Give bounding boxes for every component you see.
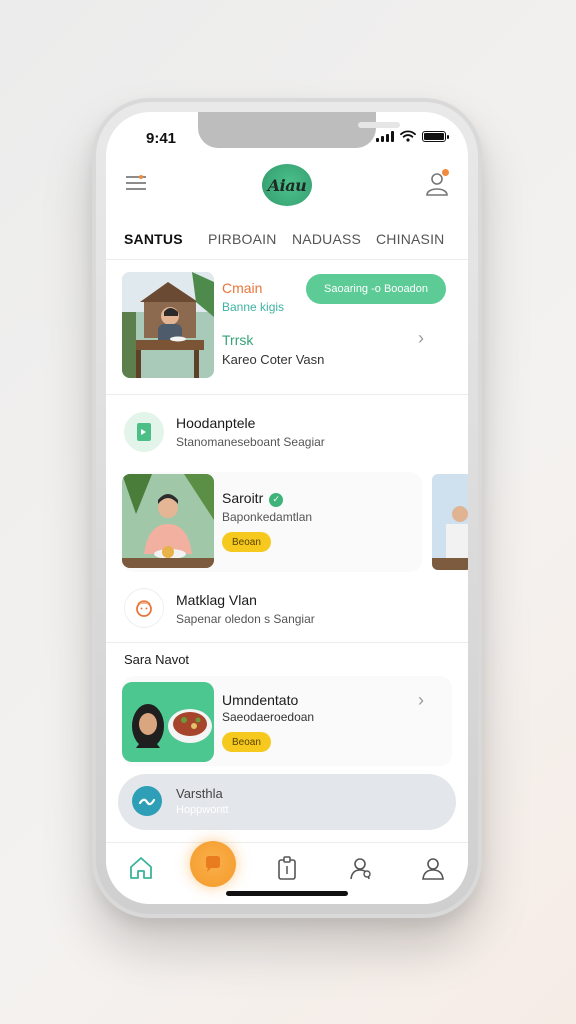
list-item-title: Hoodanptele [176, 415, 256, 431]
notch [198, 112, 400, 148]
card-title: Cmain [222, 280, 263, 296]
profile-name-row: Saroitr ✓ [222, 490, 284, 507]
status-icons [376, 130, 449, 142]
food-card[interactable]: Umndentato Saeodaeroedoan Beoan › [122, 676, 452, 766]
app-screen: 9:41 Aiau SANTUS PIRBOAIN NADUASS CHINAS… [106, 112, 468, 904]
wifi-icon [400, 130, 416, 142]
card-label: Trrsk [222, 332, 254, 348]
home-icon[interactable] [128, 855, 154, 881]
phone-frame: 9:41 Aiau SANTUS PIRBOAIN NADUASS CHINAS… [96, 102, 478, 914]
home-indicator [226, 891, 348, 896]
tab-bar: SANTUS PIRBOAIN NADUASS CHINASIN [106, 218, 468, 260]
list-item-matklag[interactable]: Matklag Vlan Sapenar oledon s Sangiar [106, 580, 468, 640]
person-search-icon[interactable] [348, 855, 374, 881]
featured-card[interactable]: Cmain Banne kigis Saoaring -o Booadon Tr… [122, 272, 468, 382]
list-item-hoodanptele[interactable]: Hoodanptele Stanomaneseboant Seagiar [106, 402, 468, 462]
verified-check-icon: ✓ [269, 492, 284, 507]
list-item-subtitle: Sapenar oledon s Sangiar [176, 612, 315, 626]
promo-bar[interactable]: Varsthla Hoppwontt [118, 774, 456, 830]
notification-dot [441, 168, 450, 177]
speaker [358, 122, 400, 128]
food-title: Umndentato [222, 692, 299, 708]
app-logo: Aiau [262, 164, 312, 206]
status-badge[interactable]: Beoan [222, 532, 271, 552]
tab-santus[interactable]: SANTUS [124, 231, 208, 247]
profile-card[interactable]: Saroitr ✓ Baponkedamtlan Beoan [122, 472, 422, 572]
chevron-right-icon[interactable]: › [418, 328, 424, 349]
chat-fab-button[interactable] [190, 841, 236, 887]
person-photo [122, 474, 214, 568]
tab-chinasin[interactable]: CHINASIN [376, 231, 460, 247]
card-subtitle: Banne kigis [222, 300, 285, 314]
chat-bubble-icon [206, 856, 220, 872]
divider [106, 394, 468, 395]
card-location: Kareo Coter Vasn [222, 352, 325, 367]
tab-naduass[interactable]: NADUASS [292, 231, 376, 247]
chef-icon [124, 588, 164, 628]
wave-icon [132, 786, 162, 816]
booking-button[interactable]: Saoaring -o Booadon [306, 274, 446, 304]
next-card-peek[interactable] [432, 474, 468, 570]
clipboard-icon[interactable] [274, 855, 300, 881]
document-icon [124, 412, 164, 452]
restaurant-photo [122, 272, 214, 378]
promo-subtitle: Hoppwontt [176, 804, 229, 816]
status-badge[interactable]: Beoan [222, 732, 271, 752]
bottom-navigation [106, 841, 468, 904]
list-item-title: Matklag Vlan [176, 592, 257, 608]
tab-pirboain[interactable]: PIRBOAIN [208, 231, 292, 247]
app-header: Aiau [106, 156, 468, 216]
chevron-right-icon[interactable]: › [418, 690, 424, 711]
battery-icon [422, 130, 449, 142]
profile-name: Saroitr [222, 490, 264, 506]
user-icon[interactable] [420, 855, 446, 881]
menu-icon[interactable] [124, 172, 148, 194]
profile-subtitle: Baponkedamtlan [222, 510, 313, 524]
food-subtitle: Saeodaeroedoan [222, 710, 315, 724]
promo-title: Varsthla [176, 786, 223, 801]
status-time: 9:41 [146, 130, 177, 147]
divider [106, 642, 468, 643]
section-title: Sara Navot [124, 652, 190, 667]
signal-icon [376, 130, 394, 142]
list-item-subtitle: Stanomaneseboant Seagiar [176, 435, 325, 449]
food-photo [122, 682, 214, 762]
